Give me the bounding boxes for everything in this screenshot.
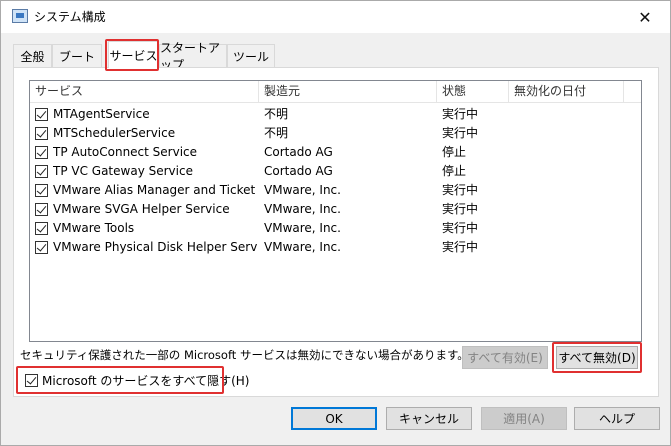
service-status: 実行中	[442, 202, 479, 216]
system-config-window: システム構成 ✕ 全般 ブート サービス スタートアップ ツール サービス 製造…	[0, 0, 671, 446]
service-status: 実行中	[442, 240, 479, 254]
service-disabled-date	[514, 143, 624, 162]
service-status: 実行中	[442, 107, 479, 121]
msconfig-app-icon	[12, 9, 28, 23]
hide-ms-label: Microsoft のサービスをすべて隠す(H)	[42, 373, 250, 388]
tab-tools[interactable]: ツール	[227, 44, 275, 67]
service-row[interactable]: TP VC Gateway Service Cortado AG 停止	[30, 162, 641, 181]
column-header-status[interactable]: 状態	[437, 81, 509, 103]
service-status: 実行中	[442, 221, 479, 235]
service-name: VMware Tools	[53, 221, 135, 235]
button-label: 適用(A)	[503, 412, 545, 426]
service-disabled-date	[514, 219, 624, 238]
help-button[interactable]: ヘルプ	[574, 407, 660, 430]
button-label: すべて有効(E)	[467, 351, 543, 365]
service-maker: VMware, Inc.	[264, 221, 341, 235]
service-checkbox[interactable]	[35, 241, 48, 254]
service-disabled-date	[514, 181, 624, 200]
service-row[interactable]: VMware Alias Manager and Ticket Se... VM…	[30, 181, 641, 200]
notice-text: セキュリティ保護された一部の Microsoft サービスは無効にできない場合が…	[20, 348, 469, 362]
service-checkbox[interactable]	[35, 184, 48, 197]
service-checkbox[interactable]	[35, 146, 48, 159]
service-row[interactable]: VMware Tools VMware, Inc. 実行中	[30, 219, 641, 238]
button-label: キャンセル	[398, 412, 459, 426]
close-button[interactable]: ✕	[622, 1, 668, 33]
column-header-disabled-date[interactable]: 無効化の日付	[509, 81, 624, 103]
service-maker: VMware, Inc.	[264, 202, 341, 216]
column-header-maker[interactable]: 製造元	[259, 81, 437, 103]
service-disabled-date	[514, 200, 624, 219]
service-row[interactable]: TP AutoConnect Service Cortado AG 停止	[30, 143, 641, 162]
service-status: 停止	[442, 164, 467, 178]
tab-startup[interactable]: スタートアップ	[159, 41, 227, 72]
service-name: TP AutoConnect Service	[53, 145, 198, 159]
tab-services[interactable]: サービス	[108, 41, 159, 68]
button-label: すべて無効(D)	[558, 351, 636, 365]
disable-all-button[interactable]: すべて無効(D)	[556, 346, 638, 369]
tab-label: 全般	[20, 49, 45, 64]
service-name: VMware Physical Disk Helper Service	[53, 240, 258, 254]
service-disabled-date	[514, 124, 624, 143]
service-checkbox[interactable]	[35, 222, 48, 235]
service-checkbox[interactable]	[35, 203, 48, 216]
tab-label: ツール	[232, 49, 269, 64]
tab-general[interactable]: 全般	[13, 44, 52, 67]
service-maker: VMware, Inc.	[264, 183, 341, 197]
service-disabled-date	[514, 105, 624, 124]
title-bar: システム構成 ✕	[1, 1, 670, 33]
apply-button[interactable]: 適用(A)	[481, 407, 567, 430]
button-label: ヘルプ	[598, 412, 635, 426]
service-name: MTAgentService	[53, 107, 150, 121]
service-name: VMware Alias Manager and Ticket Se...	[53, 183, 258, 197]
service-row[interactable]: VMware SVGA Helper Service VMware, Inc. …	[30, 200, 641, 219]
tab-boot[interactable]: ブート	[52, 44, 102, 67]
service-status: 実行中	[442, 126, 479, 140]
tab-label: サービス	[109, 48, 158, 63]
cancel-button[interactable]: キャンセル	[386, 407, 472, 430]
window-title: システム構成	[34, 10, 106, 24]
service-maker: 不明	[264, 107, 289, 121]
services-list[interactable]: サービス 製造元 状態 無効化の日付 MTAgentService 不明 実行中…	[29, 80, 642, 342]
list-header: サービス 製造元 状態 無効化の日付	[30, 81, 641, 103]
service-name: MTSchedulerService	[53, 126, 176, 140]
service-maker: Cortado AG	[264, 164, 333, 178]
service-maker: VMware, Inc.	[264, 240, 341, 254]
service-row[interactable]: VMware Physical Disk Helper Service VMwa…	[30, 238, 641, 257]
service-maker: Cortado AG	[264, 145, 333, 159]
hide-ms-checkbox[interactable]	[25, 373, 38, 387]
column-header-service[interactable]: サービス	[30, 81, 259, 103]
service-status: 実行中	[442, 183, 479, 197]
service-disabled-date	[514, 238, 624, 257]
button-label: OK	[325, 411, 343, 426]
service-row[interactable]: MTSchedulerService 不明 実行中	[30, 124, 641, 143]
tab-label: ブート	[58, 49, 95, 64]
service-name: TP VC Gateway Service	[53, 164, 193, 178]
hide-ms-services-option[interactable]: Microsoft のサービスをすべて隠す(H)	[25, 371, 250, 389]
service-checkbox[interactable]	[35, 165, 48, 178]
service-status: 停止	[442, 145, 467, 159]
service-checkbox[interactable]	[35, 108, 48, 121]
ok-button[interactable]: OK	[291, 407, 377, 430]
service-name: VMware SVGA Helper Service	[53, 202, 230, 216]
service-row[interactable]: MTAgentService 不明 実行中	[30, 105, 641, 124]
enable-all-button[interactable]: すべて有効(E)	[462, 346, 548, 369]
service-disabled-date	[514, 162, 624, 181]
service-maker: 不明	[264, 126, 289, 140]
service-checkbox[interactable]	[35, 127, 48, 140]
